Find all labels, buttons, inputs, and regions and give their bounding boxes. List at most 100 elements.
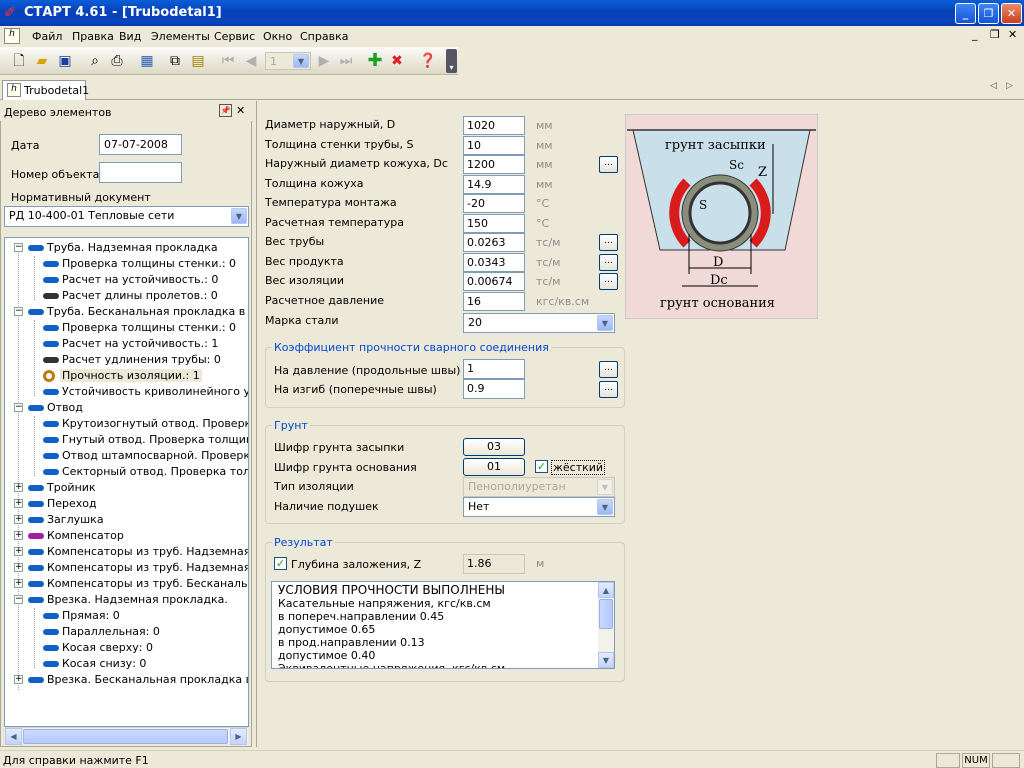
pin-icon[interactable]: 📌	[219, 104, 232, 117]
element-tree[interactable]: − Труба. Надземная прокладка Проверка толщ…	[4, 237, 249, 727]
tree-node[interactable]: Тройник	[28, 480, 96, 496]
tree-expander[interactable]: −	[14, 243, 23, 252]
add-icon[interactable]: ✚	[367, 52, 383, 70]
tree-expander[interactable]: +	[14, 563, 23, 572]
tree-node[interactable]: Врезка. Бесканальная прокладка в тра	[28, 672, 248, 688]
result-vertical-scrollbar[interactable]: ▲ ▼	[598, 582, 614, 668]
mdi-restore-icon[interactable]: ❐	[990, 28, 1000, 41]
tree-node[interactable]: Проверка толщины стенки.: 0	[43, 320, 236, 336]
tab-scroll-left-icon[interactable]: ◁	[990, 81, 997, 91]
menu-view[interactable]: Вид	[119, 30, 141, 43]
menu-file[interactable]: Файл	[32, 30, 62, 43]
tree-expander[interactable]: +	[14, 675, 23, 684]
tree-node[interactable]: Отвод	[28, 400, 83, 416]
copy-icon[interactable]: ⧉	[167, 53, 183, 69]
tree-node[interactable]: Крутоизогнутый отвод. Проверка	[43, 416, 248, 432]
param-field[interactable]: 1200	[463, 155, 525, 174]
menu-window[interactable]: Окно	[263, 30, 292, 43]
tree-expander[interactable]: −	[14, 403, 23, 412]
tree-expander[interactable]: +	[14, 547, 23, 556]
param-browse-button[interactable]: ...	[599, 273, 618, 290]
fill-soil-button[interactable]: 03	[463, 438, 525, 456]
new-icon[interactable]: 🗋	[11, 53, 27, 69]
tree-node[interactable]: Проверка толщины стенки.: 0	[43, 256, 236, 272]
tree-node[interactable]: Гнутый отвод. Проверка толщины	[43, 432, 248, 448]
param-field[interactable]: 0.0343	[463, 252, 525, 272]
param-field[interactable]: 1020	[463, 116, 525, 135]
norm-doc-select[interactable]: РД 10-400-01 Тепловые сети ▼	[4, 206, 249, 227]
steel-grade-select[interactable]: 20 ▼	[463, 313, 615, 333]
param-field[interactable]: -20	[463, 194, 525, 213]
scroll-down-icon[interactable]: ▼	[598, 652, 614, 668]
tree-node[interactable]: Косая снизу: 0	[43, 656, 146, 672]
tree-node[interactable]: Косая сверху: 0	[43, 640, 153, 656]
tree-node[interactable]: Расчет на устойчивость.: 0	[43, 272, 218, 288]
scroll-up-icon[interactable]: ▲	[598, 582, 614, 598]
tree-node[interactable]: Отвод штампосварной. Проверка т	[43, 448, 248, 464]
tree-node[interactable]: Заглушка	[28, 512, 104, 528]
tree-horizontal-scrollbar[interactable]: ◀ ▶	[5, 727, 248, 745]
page-select[interactable]: 1 ▼	[265, 52, 311, 70]
tree-node[interactable]: Компенсаторы из труб. Надземная про	[28, 560, 248, 576]
menu-elements[interactable]: Элементы	[151, 30, 210, 43]
hard-soil-checkbox[interactable]: ✓	[535, 460, 548, 473]
mdi-close-icon[interactable]: ✕	[1008, 28, 1017, 41]
tree-node[interactable]: Врезка. Надземная прокладка.	[28, 592, 228, 608]
tree-node[interactable]: Компенсаторы из труб. Надземная про	[28, 544, 248, 560]
param-field[interactable]: 14.9	[463, 174, 525, 194]
tree-node[interactable]: Расчет длины пролетов.: 0	[43, 288, 218, 304]
tree-expander[interactable]: +	[14, 499, 23, 508]
tree-expander[interactable]: +	[14, 579, 23, 588]
print-icon[interactable]: ⎙	[109, 53, 125, 69]
minimize-button[interactable]: _	[955, 3, 976, 24]
tree-node[interactable]: Компенсаторы из труб. Бесканальная	[28, 576, 248, 592]
tree-expander[interactable]: −	[14, 307, 23, 316]
tree-node[interactable]: Труба. Надземная прокладка	[28, 240, 218, 256]
param-field[interactable]: 0.00674	[463, 272, 525, 291]
object-number-field[interactable]	[99, 162, 182, 183]
tree-node[interactable]: Прямая: 0	[43, 608, 120, 624]
maximize-button[interactable]: ❐	[978, 3, 999, 24]
delete-icon[interactable]: ✖	[389, 53, 405, 69]
panel-close-icon[interactable]: ✕	[236, 104, 245, 117]
param-field[interactable]: 150	[463, 213, 525, 233]
close-button[interactable]: ✕	[1001, 3, 1022, 24]
tree-node[interactable]: Секторный отвод. Проверка толщ	[43, 464, 248, 480]
tree-node[interactable]: Расчет на устойчивость.: 1	[43, 336, 218, 352]
param-browse-button[interactable]: ...	[599, 156, 618, 173]
calculator-icon[interactable]: ▦	[139, 53, 155, 69]
param-field[interactable]: 10	[463, 135, 525, 155]
tab-trubodetal1[interactable]: ℎ Trubodetal1	[2, 80, 89, 100]
depth-checkbox[interactable]: ✓	[274, 557, 287, 570]
tree-node[interactable]: Компенсатор	[28, 528, 124, 544]
paste-icon[interactable]: ▤	[190, 53, 206, 69]
tree-node[interactable]: Параллельная: 0	[43, 624, 160, 640]
tree-expander[interactable]: +	[14, 483, 23, 492]
tree-expander[interactable]: −	[14, 595, 23, 604]
tree-node[interactable]: Расчет удлинения трубы: 0	[43, 352, 221, 368]
tree-node[interactable]: Переход	[28, 496, 97, 512]
result-text-area[interactable]: УСЛОВИЯ ПРОЧНОСТИ ВЫПОЛНЕНЫ Касательные н…	[271, 581, 615, 669]
tree-expander[interactable]: +	[14, 515, 23, 524]
weld-bend-browse-button[interactable]: ...	[599, 381, 618, 398]
tree-node[interactable]: Устойчивость криволинейного уча	[43, 384, 248, 400]
param-field[interactable]: 0.0263	[463, 233, 525, 252]
pads-select[interactable]: Нет ▼	[463, 497, 615, 517]
mdi-minimize-icon[interactable]: _	[972, 28, 978, 41]
param-browse-button[interactable]: ...	[599, 234, 618, 251]
toolbar-overflow-icon[interactable]: ▾	[446, 49, 457, 73]
menu-help[interactable]: Справка	[300, 30, 348, 43]
tree-expander[interactable]: +	[14, 531, 23, 540]
open-icon[interactable]: ▰	[34, 53, 50, 69]
menu-edit[interactable]: Правка	[72, 30, 114, 43]
scroll-thumb[interactable]	[599, 599, 613, 629]
tree-node[interactable]: Труба. Бесканальная прокладка в тра	[28, 304, 248, 320]
weld-bend-field[interactable]: 0.9	[463, 379, 525, 399]
base-soil-button[interactable]: 01	[463, 458, 525, 476]
hard-soil-label[interactable]: жёсткий	[551, 460, 606, 475]
save-icon[interactable]: ▣	[57, 53, 73, 69]
help-icon[interactable]: ❓	[419, 53, 436, 69]
scroll-thumb[interactable]	[23, 729, 228, 744]
param-browse-button[interactable]: ...	[599, 253, 618, 271]
param-field[interactable]: 16	[463, 291, 525, 311]
